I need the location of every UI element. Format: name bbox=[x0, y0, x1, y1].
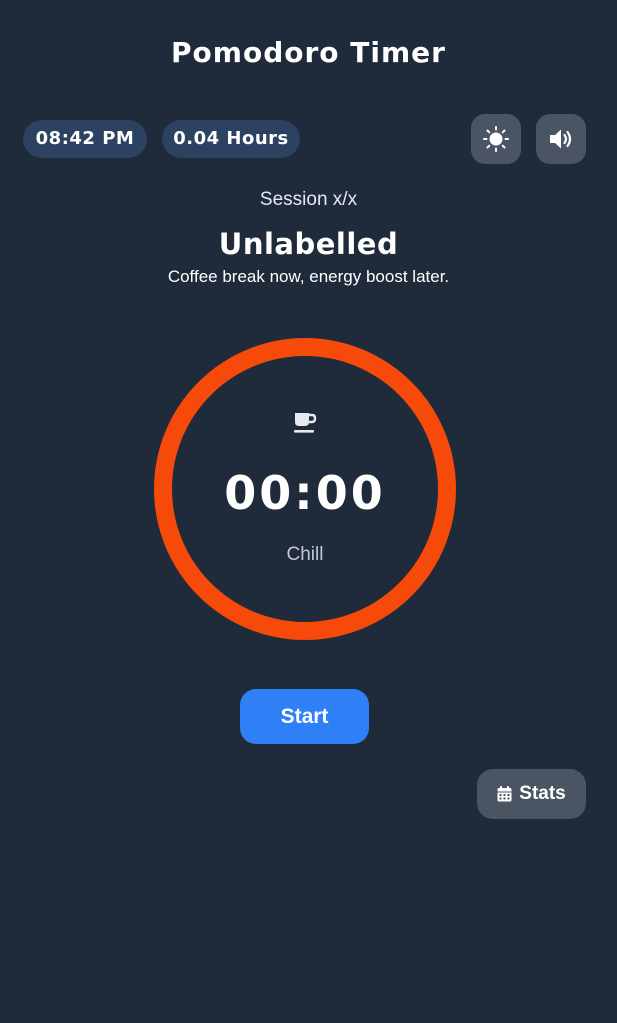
stats-button-label: Stats bbox=[519, 783, 566, 804]
theme-toggle-button[interactable] bbox=[471, 114, 521, 164]
session-counter: Session x/x bbox=[259, 189, 358, 210]
page-title: Pomodoro Timer bbox=[171, 36, 446, 69]
timer-display: 00:00 bbox=[224, 466, 386, 520]
calendar-icon bbox=[497, 786, 512, 802]
volume-icon bbox=[550, 129, 572, 149]
start-button[interactable]: Start bbox=[240, 689, 369, 744]
task-title[interactable]: Unlabelled bbox=[0, 227, 617, 261]
coffee-cup-icon bbox=[294, 413, 317, 433]
sound-toggle-button[interactable] bbox=[536, 114, 586, 164]
task-subtitle: Coffee break now, energy boost later. bbox=[167, 267, 450, 286]
timer-mode-label: Chill bbox=[286, 544, 324, 565]
sun-icon bbox=[483, 126, 509, 152]
stats-button[interactable]: Stats bbox=[477, 769, 586, 819]
current-time-badge: 08:42 PM bbox=[23, 120, 147, 158]
hours-badge: 0.04 Hours bbox=[162, 120, 300, 158]
